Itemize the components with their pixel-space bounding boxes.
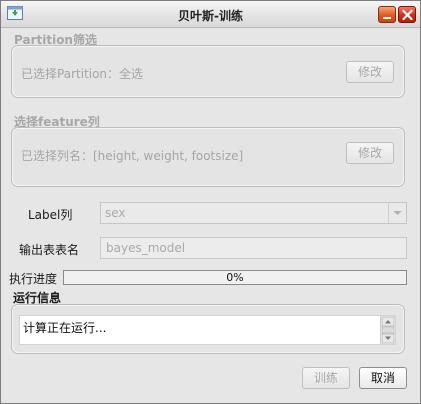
- output-table-value: bayes_model: [106, 241, 186, 255]
- train-button[interactable]: 训练: [302, 367, 350, 389]
- label-column-select[interactable]: sex: [100, 202, 407, 224]
- chevron-down-icon[interactable]: [388, 203, 406, 223]
- output-table-label: 输出表表名: [19, 243, 80, 257]
- log-textarea[interactable]: 计算正在运行...: [19, 315, 396, 345]
- log-text: 计算正在运行...: [23, 321, 107, 335]
- feature-edit-button[interactable]: 修改: [346, 142, 394, 164]
- close-button[interactable]: [398, 6, 416, 23]
- window-title: 贝叶斯-训练: [178, 9, 243, 23]
- progress-bar: 0%: [63, 270, 407, 285]
- feature-group: 已选择列名：[height, weight, footsize] 修改: [11, 127, 405, 187]
- minimize-button[interactable]: [378, 6, 396, 23]
- dialog-window: 贝叶斯-训练 Partition筛选 已选择Partition：全选 修改 选择…: [0, 0, 421, 404]
- progress-label: 执行进度: [9, 272, 58, 286]
- partition-group: 已选择Partition：全选 修改: [11, 45, 405, 98]
- partition-summary: 已选择Partition：全选: [21, 67, 144, 81]
- minimize-icon: [383, 17, 391, 19]
- feature-summary: 已选择列名：[height, weight, footsize]: [21, 149, 244, 163]
- output-table-input[interactable]: bayes_model: [100, 237, 407, 259]
- progress-percent: 0%: [226, 271, 244, 284]
- cancel-button[interactable]: 取消: [359, 367, 407, 389]
- label-column-label: Label列: [28, 208, 73, 222]
- partition-edit-button[interactable]: 修改: [346, 61, 394, 83]
- label-column-value: sex: [105, 206, 126, 220]
- title-bar[interactable]: 贝叶斯-训练: [1, 1, 420, 28]
- log-scrollbar[interactable]: [380, 316, 395, 344]
- close-icon: [402, 9, 413, 21]
